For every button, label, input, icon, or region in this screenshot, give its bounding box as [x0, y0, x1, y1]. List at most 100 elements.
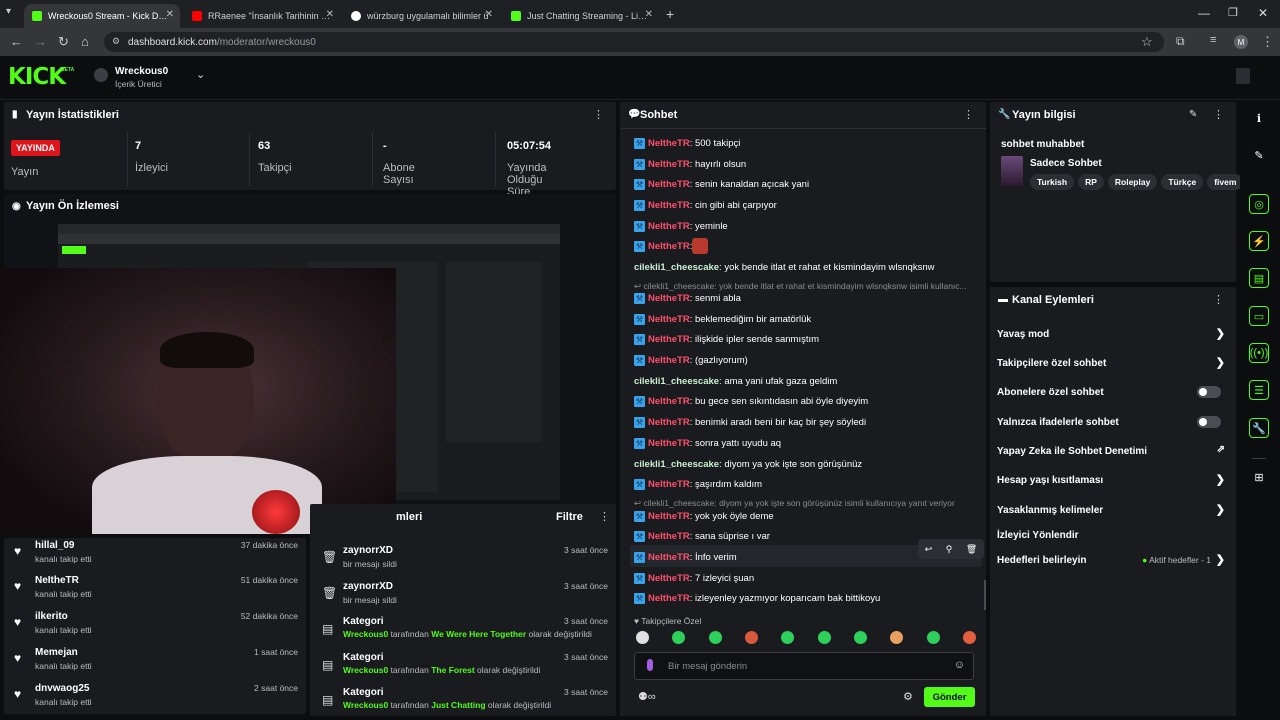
chat-username[interactable]: NeItheTR: [648, 511, 690, 522]
new-tab-icon[interactable]: +: [666, 6, 674, 22]
reload-icon[interactable]: ↻: [58, 34, 69, 50]
follower-name[interactable]: NeItheTR: [35, 575, 79, 586]
kick-logo[interactable]: KICK: [8, 64, 66, 90]
action-user[interactable]: zaynorrXD: [343, 581, 393, 592]
emote-icon[interactable]: [853, 631, 867, 644]
chat-username[interactable]: NeItheTR: [648, 159, 690, 170]
forward-icon[interactable]: →: [34, 34, 47, 49]
focus-icon[interactable]: ◎: [1249, 194, 1269, 214]
chat-username[interactable]: NeItheTR: [648, 293, 690, 304]
chat-username[interactable]: NeItheTR: [648, 593, 690, 604]
close-tab-icon[interactable]: ✕: [326, 9, 334, 20]
wrench-icon[interactable]: 🔧: [1249, 418, 1269, 438]
browser-menu-icon[interactable]: ⋮: [1261, 34, 1274, 50]
channel-actions-menu-icon[interactable]: ⋮: [1213, 293, 1224, 306]
tag-pill[interactable]: Türkçe: [1161, 174, 1204, 190]
emote-icon[interactable]: [744, 631, 758, 644]
follower-only-item[interactable]: Takipçilere özel sohbet ❯: [997, 353, 1229, 373]
stream-info-menu-icon[interactable]: ⋮: [1213, 108, 1224, 121]
emoji-icon[interactable]: ☺: [954, 659, 965, 671]
close-tab-icon[interactable]: ✕: [645, 9, 653, 20]
browser-tab-1[interactable]: Wreckous0 Stream - Kick Dashb ✕: [24, 4, 180, 28]
follower-name[interactable]: hillal_09: [35, 540, 74, 551]
document-icon[interactable]: ▤: [1249, 268, 1269, 288]
minimize-icon[interactable]: —: [1198, 6, 1210, 20]
mod-actions-menu-icon[interactable]: ⋮: [599, 510, 610, 523]
extensions-icon[interactable]: ⧉: [1176, 34, 1185, 49]
chat-settings-icon[interactable]: ⚙: [903, 690, 913, 703]
reply-button-icon[interactable]: ↩: [925, 544, 933, 555]
browser-tab-4[interactable]: Just Chatting Streaming - Live S ✕: [503, 4, 659, 28]
action-who[interactable]: Wreckous0: [343, 700, 388, 710]
banned-words-item[interactable]: Yasaklanmış kelimeler ❯: [997, 500, 1229, 520]
user-avatar[interactable]: [1236, 68, 1250, 84]
home-icon[interactable]: ⌂: [81, 34, 89, 49]
tag-pill[interactable]: fivem: [1207, 174, 1244, 190]
raid-item[interactable]: İzleyici Yönlendir: [997, 525, 1229, 545]
follower-name[interactable]: ilkerito: [35, 611, 68, 622]
action-category[interactable]: We Were Here Together: [431, 629, 526, 639]
chat-username[interactable]: NeItheTR: [648, 552, 690, 563]
ai-moderation-item[interactable]: Yapay Zeka ile Sohbet Denetimi ⇗: [997, 441, 1229, 461]
channel-switch-chevron-icon[interactable]: ⌄: [196, 68, 205, 81]
chat-username[interactable]: NeItheTR: [648, 438, 690, 449]
tab-search-icon[interactable]: ▾: [6, 6, 11, 17]
lightning-icon[interactable]: ⚡: [1249, 231, 1269, 251]
emote-icon[interactable]: [926, 631, 940, 644]
tag-pill[interactable]: Roleplay: [1107, 174, 1158, 190]
chat-username[interactable]: NeItheTR: [648, 241, 690, 252]
delete-button-icon[interactable]: 🗑: [966, 544, 977, 555]
chat-username[interactable]: NeItheTR: [648, 334, 690, 345]
chat-username[interactable]: cilekli1_cheescake: [634, 459, 719, 470]
chat-scrollbar[interactable]: [984, 580, 986, 610]
chat-username[interactable]: NeItheTR: [648, 531, 690, 542]
back-icon[interactable]: ←: [10, 34, 23, 49]
subscriber-only-toggle[interactable]: [1197, 386, 1221, 398]
chat-menu-icon[interactable]: ⋮: [963, 108, 974, 121]
emote-icon[interactable]: [672, 631, 686, 644]
action-who[interactable]: Wreckous0: [343, 665, 388, 675]
emote-icon[interactable]: [636, 631, 649, 644]
chat-username[interactable]: NeItheTR: [648, 221, 690, 232]
edit-pencil-icon[interactable]: ✎: [1189, 109, 1197, 120]
emote-icon[interactable]: [890, 631, 904, 644]
edit-icon[interactable]: ✎: [1248, 144, 1270, 166]
site-info-icon[interactable]: ⚙: [112, 36, 120, 47]
chat-input[interactable]: Bir mesaj gönderin ☺: [634, 652, 974, 680]
send-button[interactable]: Gönder: [924, 687, 975, 707]
chat-username[interactable]: NeItheTR: [648, 355, 690, 366]
follower-name[interactable]: Memejan: [35, 647, 78, 658]
chat-username[interactable]: NeItheTR: [648, 417, 690, 428]
browser-tab-2[interactable]: RRaenee "İnsanlık Tarihinin En ✕: [184, 4, 340, 28]
media-control-icon[interactable]: ≡: [1210, 34, 1216, 46]
profile-avatar[interactable]: M: [1234, 35, 1248, 49]
chat-username[interactable]: NeItheTR: [648, 396, 690, 407]
chat-username[interactable]: NeItheTR: [648, 573, 690, 584]
emote-icon[interactable]: [781, 631, 795, 644]
emote-icon[interactable]: [708, 631, 722, 644]
chat-username[interactable]: cilekli1_cheescake: [634, 376, 719, 387]
follower-name[interactable]: dnvwaog25: [35, 683, 89, 694]
stats-menu-icon[interactable]: ⋮: [593, 108, 604, 121]
emote-only-toggle[interactable]: [1197, 416, 1221, 428]
chat-username[interactable]: cilekli1_cheescake: [634, 262, 719, 273]
info-icon[interactable]: ℹ: [1248, 107, 1270, 129]
close-tab-icon[interactable]: ✕: [485, 9, 493, 20]
browser-tab-3[interactable]: würzburg uygulamalı bilimler ü ✕: [343, 4, 499, 28]
emote-icon[interactable]: [962, 631, 976, 644]
chat-username[interactable]: NeItheTR: [648, 179, 690, 190]
action-category[interactable]: Just Chatting: [431, 700, 485, 710]
pin-button-icon[interactable]: ⚲: [946, 544, 953, 555]
action-category[interactable]: The Forest: [431, 665, 474, 675]
slow-mode-item[interactable]: Yavaş mod ❯: [997, 324, 1229, 344]
stream-category[interactable]: Sadece Sohbet: [1030, 158, 1102, 169]
broadcast-icon[interactable]: ((•)): [1249, 343, 1269, 363]
account-age-item[interactable]: Hesap yaşı kısıtlaması ❯: [997, 470, 1229, 490]
chat-username[interactable]: NeItheTR: [648, 138, 690, 149]
layout-icon[interactable]: ☰: [1249, 380, 1269, 400]
microphone-icon[interactable]: [647, 659, 653, 671]
goals-item[interactable]: Hedefleri belirleyin ● Aktif hedefler - 1…: [997, 550, 1229, 570]
action-user[interactable]: zaynorrXD: [343, 545, 393, 556]
filter-button[interactable]: Filtre: [556, 511, 583, 523]
chat-icon[interactable]: ▭: [1249, 306, 1269, 326]
